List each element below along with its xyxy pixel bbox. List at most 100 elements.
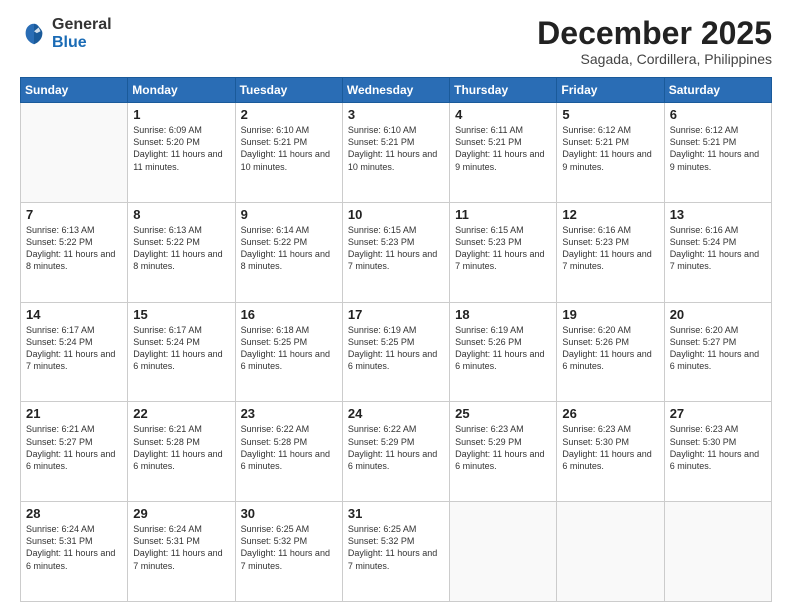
page: General Blue December 2025 Sagada, Cordi…	[0, 0, 792, 612]
logo-general: General	[52, 16, 112, 34]
calendar-cell: 25 Sunrise: 6:23 AM Sunset: 5:29 PM Dayli…	[450, 402, 557, 502]
day-number: 3	[348, 107, 444, 122]
cell-info: Sunrise: 6:17 AM Sunset: 5:24 PM Dayligh…	[133, 324, 229, 373]
calendar-table: Sunday Monday Tuesday Wednesday Thursday…	[20, 77, 772, 602]
cell-info: Sunrise: 6:12 AM Sunset: 5:21 PM Dayligh…	[562, 124, 658, 173]
calendar-cell: 7Sunrise: 6:13 AM Sunset: 5:22 PM Daylig…	[21, 202, 128, 302]
cell-info: Sunrise: 6:17 AM Sunset: 5:24 PM Dayligh…	[26, 324, 122, 373]
day-number: 18	[455, 307, 551, 322]
logo: General Blue	[20, 16, 112, 51]
location-subtitle: Sagada, Cordillera, Philippines	[537, 51, 772, 67]
calendar-week-4: 21Sunrise: 6:21 AM Sunset: 5:27 PM Dayli…	[21, 402, 772, 502]
day-number: 6	[670, 107, 766, 122]
day-number: 26	[562, 406, 658, 421]
header-monday: Monday	[128, 78, 235, 103]
day-number: 17	[348, 307, 444, 322]
cell-info: Sunrise: 6:19 AM Sunset: 5:25 PM Dayligh…	[348, 324, 444, 373]
calendar-cell: 14 Sunrise: 6:17 AM Sunset: 5:24 PM Dayli…	[21, 302, 128, 402]
cell-info: Sunrise: 6:10 AM Sunset: 5:21 PM Dayligh…	[348, 124, 444, 173]
day-number: 25	[455, 406, 551, 421]
cell-info: Sunrise: 6:19 AM Sunset: 5:26 PM Dayligh…	[455, 324, 551, 373]
cell-info: Sunrise: 6:13 AM Sunset: 5:22 PM Dayligh…	[133, 224, 229, 273]
calendar-cell: 8 Sunrise: 6:13 AM Sunset: 5:22 PM Daylig…	[128, 202, 235, 302]
cell-info: Sunrise: 6:20 AM Sunset: 5:26 PM Dayligh…	[562, 324, 658, 373]
day-number: 8	[133, 207, 229, 222]
cell-info: Sunrise: 6:16 AM Sunset: 5:24 PM Dayligh…	[670, 224, 766, 273]
calendar-cell: 2Sunrise: 6:10 AM Sunset: 5:21 PM Daylig…	[235, 103, 342, 203]
day-number: 31	[348, 506, 444, 521]
day-number: 19	[562, 307, 658, 322]
day-number: 22	[133, 406, 229, 421]
calendar-cell	[664, 502, 771, 602]
cell-info: Sunrise: 6:23 AM Sunset: 5:30 PM Dayligh…	[562, 423, 658, 472]
cell-info: Sunrise: 6:20 AM Sunset: 5:27 PM Dayligh…	[670, 324, 766, 373]
calendar-cell: 15 Sunrise: 6:17 AM Sunset: 5:24 PM Dayli…	[128, 302, 235, 402]
logo-blue: Blue	[52, 34, 112, 52]
calendar-week-3: 14 Sunrise: 6:17 AM Sunset: 5:24 PM Dayli…	[21, 302, 772, 402]
calendar-cell: 23Sunrise: 6:22 AM Sunset: 5:28 PM Dayli…	[235, 402, 342, 502]
day-number: 30	[241, 506, 337, 521]
calendar-cell: 20 Sunrise: 6:20 AM Sunset: 5:27 PM Dayli…	[664, 302, 771, 402]
calendar-cell: 29 Sunrise: 6:24 AM Sunset: 5:31 PM Dayli…	[128, 502, 235, 602]
calendar-cell: 19 Sunrise: 6:20 AM Sunset: 5:26 PM Dayli…	[557, 302, 664, 402]
cell-info: Sunrise: 6:16 AM Sunset: 5:23 PM Dayligh…	[562, 224, 658, 273]
cell-info: Sunrise: 6:23 AM Sunset: 5:30 PM Dayligh…	[670, 423, 766, 472]
calendar-week-1: 1Sunrise: 6:09 AM Sunset: 5:20 PM Daylig…	[21, 103, 772, 203]
day-number: 14	[26, 307, 122, 322]
cell-info: Sunrise: 6:25 AM Sunset: 5:32 PM Dayligh…	[241, 523, 337, 572]
cell-info: Sunrise: 6:09 AM Sunset: 5:20 PM Dayligh…	[133, 124, 229, 173]
header-tuesday: Tuesday	[235, 78, 342, 103]
cell-info: Sunrise: 6:24 AM Sunset: 5:31 PM Dayligh…	[26, 523, 122, 572]
cell-info: Sunrise: 6:21 AM Sunset: 5:27 PM Dayligh…	[26, 423, 122, 472]
logo-text: General Blue	[52, 16, 112, 51]
logo-icon	[20, 20, 48, 48]
calendar-week-5: 28Sunrise: 6:24 AM Sunset: 5:31 PM Dayli…	[21, 502, 772, 602]
calendar-cell: 26 Sunrise: 6:23 AM Sunset: 5:30 PM Dayli…	[557, 402, 664, 502]
month-title: December 2025	[537, 16, 772, 51]
cell-info: Sunrise: 6:15 AM Sunset: 5:23 PM Dayligh…	[348, 224, 444, 273]
day-number: 29	[133, 506, 229, 521]
cell-info: Sunrise: 6:15 AM Sunset: 5:23 PM Dayligh…	[455, 224, 551, 273]
calendar-cell	[557, 502, 664, 602]
cell-info: Sunrise: 6:13 AM Sunset: 5:22 PM Dayligh…	[26, 224, 122, 273]
day-number: 20	[670, 307, 766, 322]
calendar-cell: 18 Sunrise: 6:19 AM Sunset: 5:26 PM Dayli…	[450, 302, 557, 402]
calendar-cell: 30 Sunrise: 6:25 AM Sunset: 5:32 PM Dayli…	[235, 502, 342, 602]
calendar-cell: 4 Sunrise: 6:11 AM Sunset: 5:21 PM Daylig…	[450, 103, 557, 203]
calendar-cell: 16Sunrise: 6:18 AM Sunset: 5:25 PM Dayli…	[235, 302, 342, 402]
calendar-cell: 10 Sunrise: 6:15 AM Sunset: 5:23 PM Dayli…	[342, 202, 449, 302]
header-friday: Friday	[557, 78, 664, 103]
header: General Blue December 2025 Sagada, Cordi…	[20, 16, 772, 67]
calendar-cell: 12Sunrise: 6:16 AM Sunset: 5:23 PM Dayli…	[557, 202, 664, 302]
calendar-cell: 22 Sunrise: 6:21 AM Sunset: 5:28 PM Dayli…	[128, 402, 235, 502]
calendar-cell: 13Sunrise: 6:16 AM Sunset: 5:24 PM Dayli…	[664, 202, 771, 302]
day-number: 4	[455, 107, 551, 122]
cell-info: Sunrise: 6:24 AM Sunset: 5:31 PM Dayligh…	[133, 523, 229, 572]
cell-info: Sunrise: 6:21 AM Sunset: 5:28 PM Dayligh…	[133, 423, 229, 472]
day-number: 15	[133, 307, 229, 322]
cell-info: Sunrise: 6:25 AM Sunset: 5:32 PM Dayligh…	[348, 523, 444, 572]
cell-info: Sunrise: 6:10 AM Sunset: 5:21 PM Dayligh…	[241, 124, 337, 173]
calendar-cell: 28Sunrise: 6:24 AM Sunset: 5:31 PM Dayli…	[21, 502, 128, 602]
calendar-cell: 27 Sunrise: 6:23 AM Sunset: 5:30 PM Dayli…	[664, 402, 771, 502]
cell-info: Sunrise: 6:22 AM Sunset: 5:29 PM Dayligh…	[348, 423, 444, 472]
cell-info: Sunrise: 6:11 AM Sunset: 5:21 PM Dayligh…	[455, 124, 551, 173]
title-block: December 2025 Sagada, Cordillera, Philip…	[537, 16, 772, 67]
calendar-cell	[450, 502, 557, 602]
cell-info: Sunrise: 6:14 AM Sunset: 5:22 PM Dayligh…	[241, 224, 337, 273]
cell-info: Sunrise: 6:22 AM Sunset: 5:28 PM Dayligh…	[241, 423, 337, 472]
cell-info: Sunrise: 6:23 AM Sunset: 5:29 PM Dayligh…	[455, 423, 551, 472]
day-number: 11	[455, 207, 551, 222]
header-sunday: Sunday	[21, 78, 128, 103]
day-number: 27	[670, 406, 766, 421]
calendar-cell: 24Sunrise: 6:22 AM Sunset: 5:29 PM Dayli…	[342, 402, 449, 502]
calendar-cell: 5Sunrise: 6:12 AM Sunset: 5:21 PM Daylig…	[557, 103, 664, 203]
calendar-cell: 17 Sunrise: 6:19 AM Sunset: 5:25 PM Dayli…	[342, 302, 449, 402]
calendar-cell: 1Sunrise: 6:09 AM Sunset: 5:20 PM Daylig…	[128, 103, 235, 203]
calendar-cell: 21Sunrise: 6:21 AM Sunset: 5:27 PM Dayli…	[21, 402, 128, 502]
cell-info: Sunrise: 6:12 AM Sunset: 5:21 PM Dayligh…	[670, 124, 766, 173]
calendar-cell: 9Sunrise: 6:14 AM Sunset: 5:22 PM Daylig…	[235, 202, 342, 302]
day-number: 10	[348, 207, 444, 222]
header-wednesday: Wednesday	[342, 78, 449, 103]
cell-info: Sunrise: 6:18 AM Sunset: 5:25 PM Dayligh…	[241, 324, 337, 373]
